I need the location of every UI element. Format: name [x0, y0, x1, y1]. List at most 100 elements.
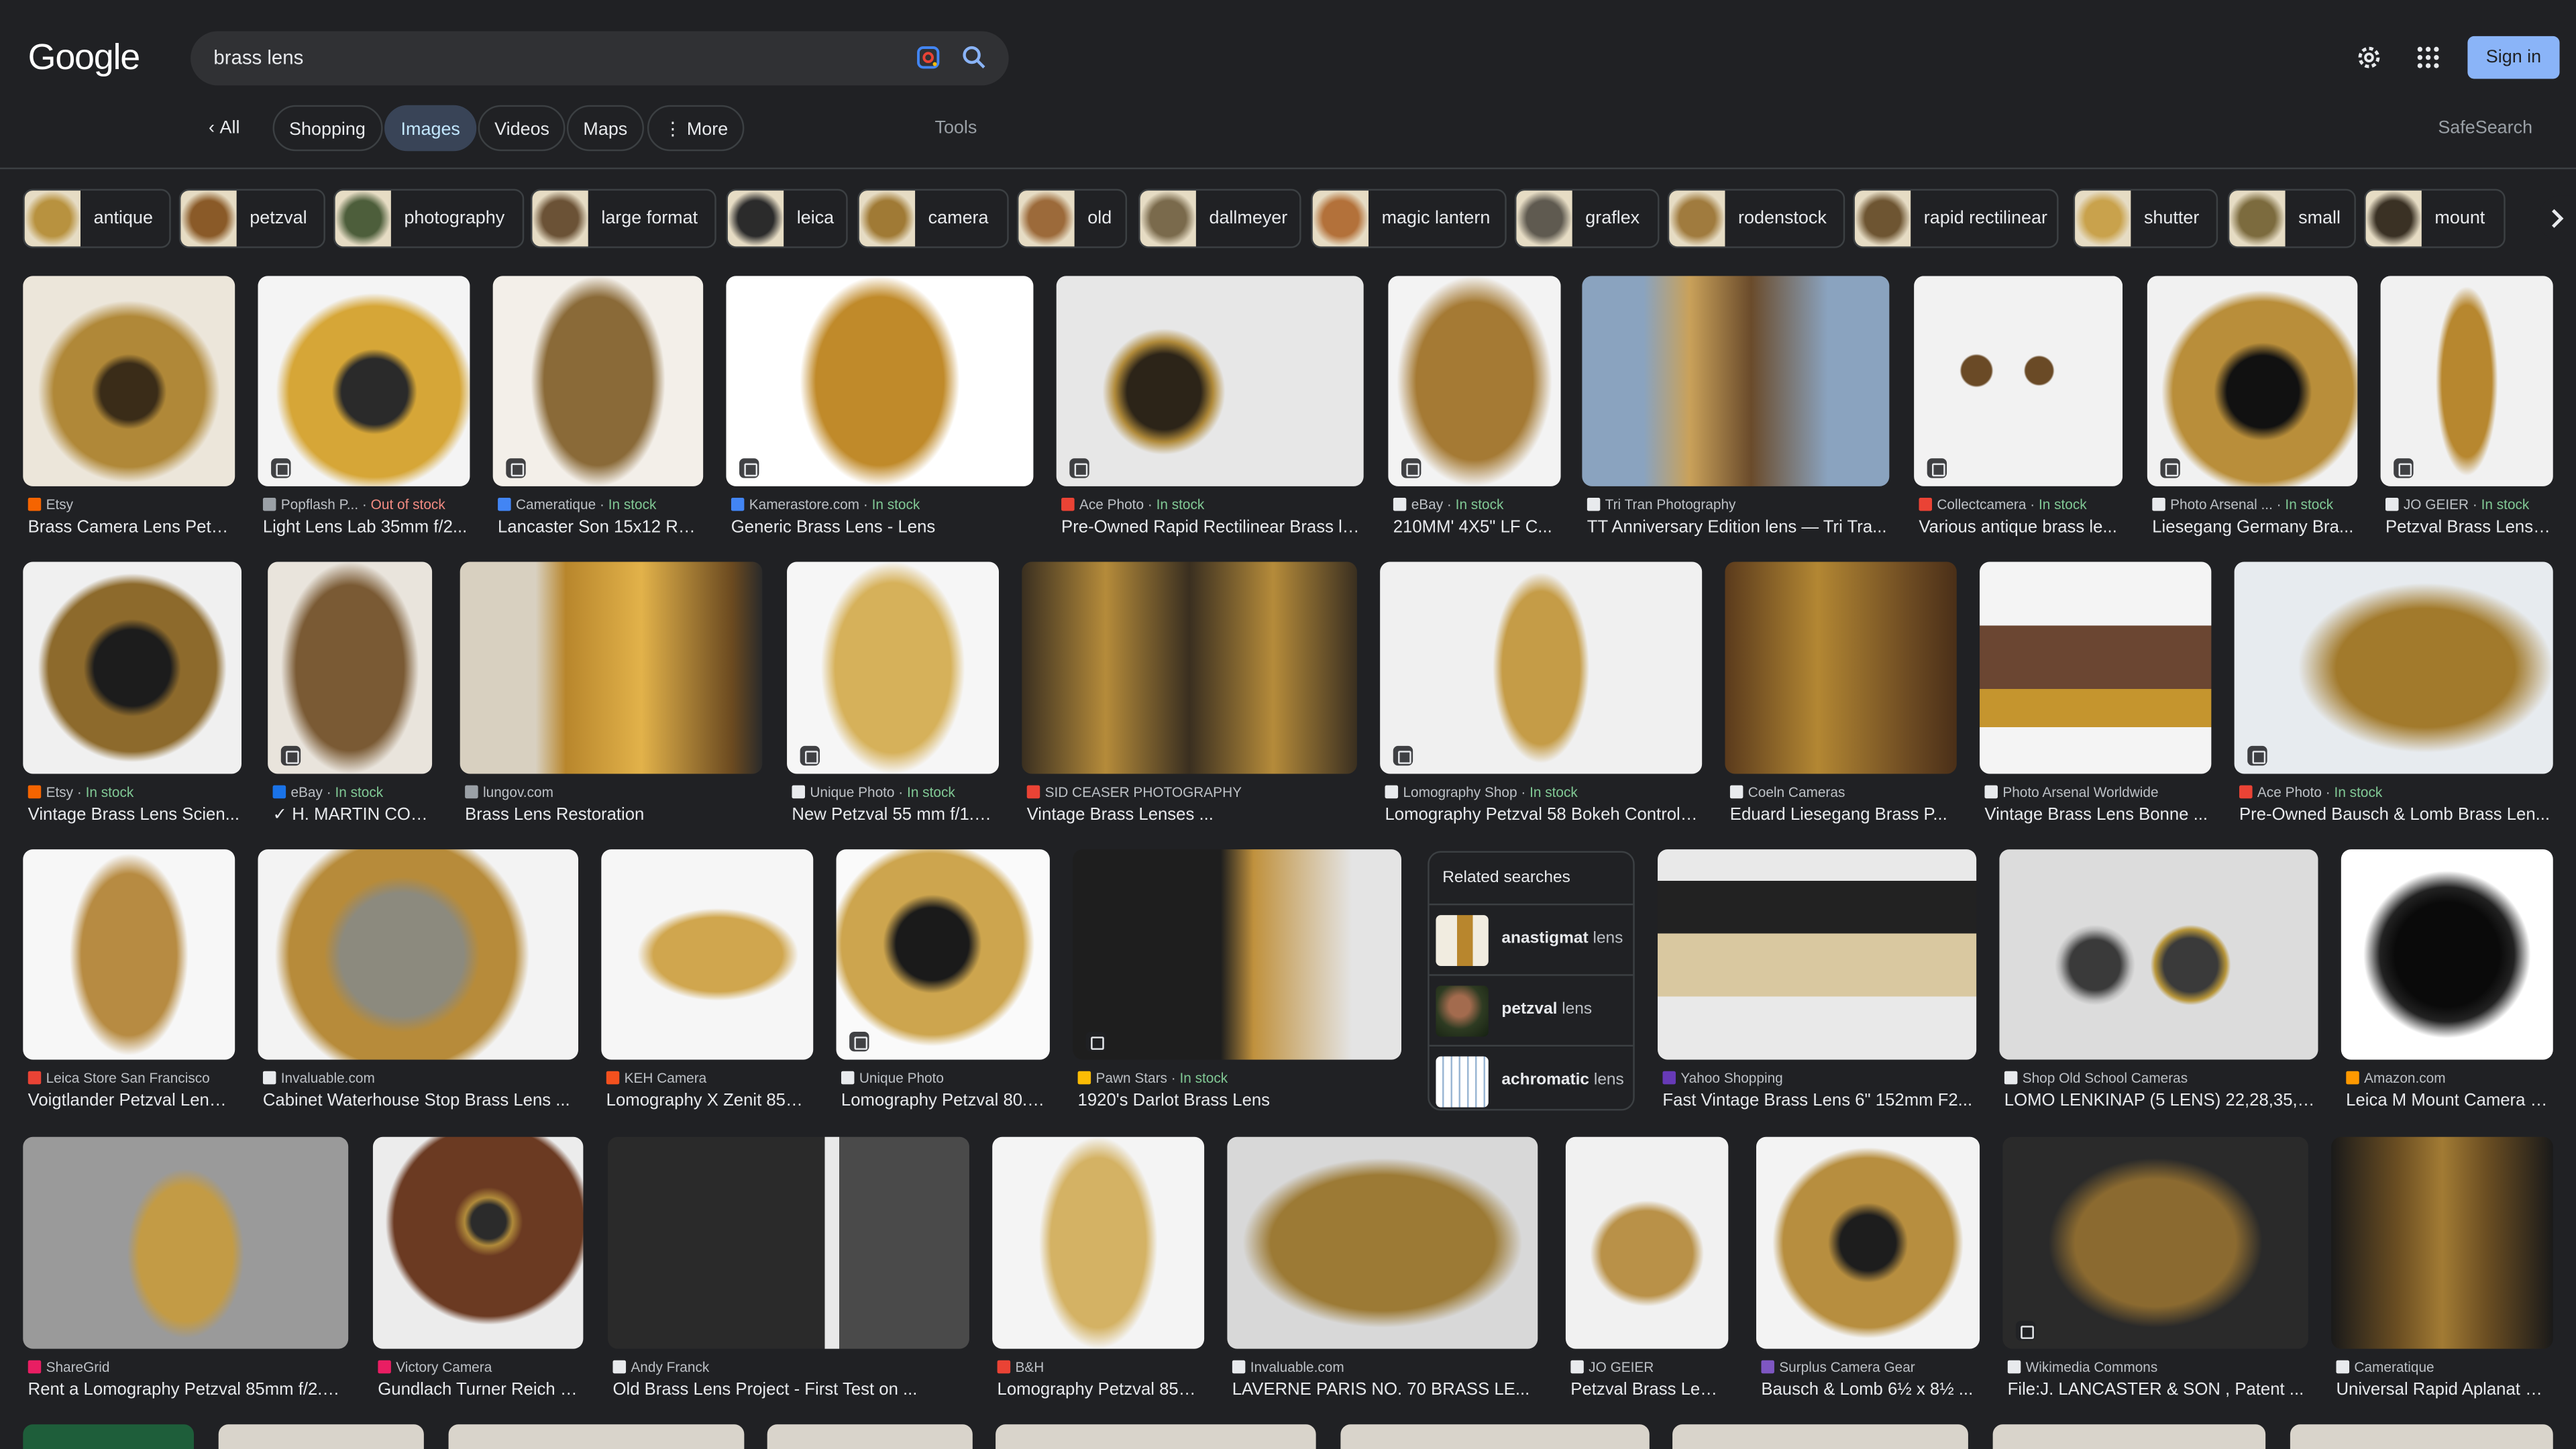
image-result[interactable]: Collectcamera · In stock Various antique … — [1914, 276, 2123, 542]
result-title[interactable]: 1920's Darlot Brass Lens — [1078, 1091, 1400, 1110]
result-thumbnail[interactable] — [1565, 1136, 1729, 1349]
image-result[interactable]: Photo Arsenal Worldwide Vintage Brass Len… — [1980, 561, 2212, 830]
gear-icon[interactable] — [2354, 43, 2383, 72]
chip-antique[interactable]: antique — [23, 189, 171, 248]
result-thumbnail[interactable] — [1914, 276, 2123, 486]
result-thumbnail[interactable] — [23, 1136, 349, 1349]
image-result[interactable]: eBay · In stock 210MM' 4X5" LF C... — [1388, 276, 1561, 542]
result-source[interactable]: Ace Photo · In stock — [2239, 784, 2551, 800]
result-thumbnail[interactable] — [608, 1136, 969, 1349]
image-result[interactable]: Coeln Cameras Eduard Liesegang Brass P... — [1725, 561, 1957, 830]
result-title[interactable]: Voigtlander Petzval Lens ... — [28, 1091, 233, 1110]
result-source[interactable]: eBay · In stock — [1393, 496, 1559, 513]
result-title[interactable]: Brass Camera Lens Petz... — [28, 517, 233, 537]
result-source[interactable]: Andy Franck — [612, 1358, 967, 1375]
image-result[interactable]: lungov.com Brass Lens Restoration — [460, 561, 763, 830]
result-thumbnail[interactable] — [258, 849, 579, 1060]
tools-button[interactable]: Tools — [934, 105, 977, 152]
image-result[interactable]: SID CEASER PHOTOGRAPHY Vintage Brass Lens… — [1022, 561, 1357, 830]
image-result[interactable]: Photo Arsenal ... · In stock Liesegang Ge… — [2147, 276, 2358, 542]
result-source[interactable]: JO GEIER — [1570, 1358, 1727, 1375]
image-result[interactable]: Unique Photo · In stock New Petzval 55 mm… — [787, 561, 999, 830]
image-result[interactable]: Cameratique · In stock Lancaster Son 15x1… — [492, 276, 704, 542]
result-title[interactable]: Lomography X Zenit 85m... — [606, 1091, 812, 1110]
image-result[interactable]: ShareGrid Rent a Lomography Petzval 85mm … — [23, 1136, 349, 1405]
search-input[interactable]: brass lens — [213, 46, 303, 69]
result-source[interactable]: Pawn Stars · In stock — [1077, 1069, 1400, 1086]
result-source[interactable]: Collectcamera · In stock — [1919, 496, 2121, 513]
result-title[interactable]: Gundlach Turner Reich 1... — [378, 1380, 582, 1399]
result-title[interactable]: Fast Vintage Brass Lens 6" 152mm F2... — [1662, 1091, 1974, 1110]
result-thumbnail[interactable] — [1980, 561, 2212, 774]
result-source[interactable]: Coeln Cameras — [1729, 784, 1955, 800]
result-source[interactable]: Unique Photo · In stock — [792, 784, 997, 800]
result-thumbnail[interactable] — [836, 849, 1050, 1060]
tab-shopping[interactable]: Shopping — [272, 105, 382, 152]
result-thumbnail[interactable] — [23, 561, 242, 774]
result-source[interactable]: Cameratique — [2336, 1358, 2551, 1375]
result-title[interactable]: Petzval Brass Lens ... — [2385, 517, 2551, 537]
result-source[interactable]: Cameratique · In stock — [498, 496, 702, 513]
result-source[interactable]: Invaluable.com — [1232, 1358, 1536, 1375]
result-title[interactable]: Lomography Petzval 80.5... — [841, 1091, 1049, 1110]
chip-large-format[interactable]: large format — [531, 189, 716, 248]
image-result[interactable]: Etsy Brass Camera Lens Petz... — [23, 276, 235, 542]
result-source[interactable]: Lomography Shop · In stock — [1385, 784, 1701, 800]
result-thumbnail[interactable] — [23, 276, 235, 486]
result-thumbnail[interactable] — [601, 849, 814, 1060]
image-result[interactable]: Surplus Camera Gear Bausch & Lomb 6½ x 8½… — [1756, 1136, 1980, 1405]
result-thumbnail[interactable] — [492, 276, 704, 486]
result-thumbnail[interactable] — [1380, 561, 1703, 774]
result-thumbnail[interactable] — [787, 561, 999, 774]
result-thumbnail[interactable] — [2234, 561, 2553, 774]
chip-mount[interactable]: mount — [2364, 189, 2506, 248]
result-thumbnail[interactable] — [23, 849, 235, 1060]
related-search-item[interactable]: achromatic lens — [1429, 1044, 1633, 1116]
result-source[interactable]: Unique Photo — [841, 1069, 1049, 1086]
safesearch-button[interactable]: SafeSearch — [2438, 105, 2532, 152]
tab-maps[interactable]: Maps — [566, 105, 644, 152]
result-source[interactable]: Popflash P... · Out of stock — [262, 496, 468, 513]
tab-more[interactable]: ⋮ More — [647, 105, 745, 152]
result-thumbnail[interactable] — [1582, 276, 1890, 486]
result-thumbnail[interactable] — [1022, 561, 1357, 774]
apps-grid-icon[interactable] — [2415, 44, 2441, 70]
image-result[interactable]: Pawn Stars · In stock 1920's Darlot Brass… — [1073, 849, 1401, 1116]
result-thumbnail[interactable] — [726, 276, 1034, 486]
image-result[interactable]: Tri Tran Photography TT Anniversary Editi… — [1582, 276, 1890, 542]
tab-images[interactable]: Images — [384, 105, 477, 152]
chip-rodenstock[interactable]: rodenstock — [1667, 189, 1845, 248]
result-thumbnail[interactable] — [1227, 1136, 1538, 1349]
result-title[interactable]: Various antique brass le... — [1919, 517, 2121, 537]
result-thumbnail-partial[interactable] — [996, 1424, 1316, 1449]
result-thumbnail[interactable] — [1999, 849, 2318, 1060]
image-result[interactable]: Kamerastore.com · In stock Generic Brass … — [726, 276, 1034, 542]
result-source[interactable]: eBay · In stock — [272, 784, 431, 800]
result-title[interactable]: Brass Lens Restoration — [465, 805, 761, 824]
result-title[interactable]: Cabinet Waterhouse Stop Brass Lens ... — [263, 1091, 577, 1110]
result-title[interactable]: Lomography Petzval 85m... — [998, 1380, 1203, 1399]
image-result[interactable]: Lomography Shop · In stock Lomography Pet… — [1380, 561, 1703, 830]
image-result[interactable]: Ace Photo · In stock Pre-Owned Rapid Rect… — [1056, 276, 1364, 542]
result-source[interactable]: Wikimedia Commons — [2007, 1358, 2307, 1375]
result-thumbnail[interactable] — [992, 1136, 1205, 1349]
image-result[interactable]: Victory Camera Gundlach Turner Reich 1... — [372, 1136, 584, 1405]
result-source[interactable]: Photo Arsenal ... · In stock — [2152, 496, 2356, 513]
result-title[interactable]: LAVERNE PARIS NO. 70 BRASS LE... — [1232, 1380, 1536, 1399]
chip-photography[interactable]: photography — [333, 189, 525, 248]
chip-small[interactable]: small — [2227, 189, 2356, 248]
result-source[interactable]: Victory Camera — [378, 1358, 582, 1375]
result-source[interactable]: SID CEASER PHOTOGRAPHY — [1026, 784, 1356, 800]
result-thumbnail[interactable] — [2380, 276, 2553, 486]
result-title[interactable]: Vintage Brass Lens Bonne ... — [1984, 805, 2210, 824]
result-title[interactable]: Bausch & Lomb 6½ x 8½ ... — [1761, 1380, 1978, 1399]
result-title[interactable]: Universal Rapid Aplanat C... — [2336, 1380, 2551, 1399]
result-thumbnail[interactable] — [1056, 276, 1364, 486]
google-lens-icon[interactable] — [915, 44, 941, 70]
result-thumbnail-partial[interactable] — [2290, 1424, 2553, 1449]
result-thumbnail[interactable] — [2341, 849, 2553, 1060]
result-thumbnail[interactable] — [2002, 1136, 2308, 1349]
result-thumbnail[interactable] — [268, 561, 433, 774]
result-title[interactable]: Eduard Liesegang Brass P... — [1730, 805, 1955, 824]
image-result[interactable]: Cameratique Universal Rapid Aplanat C... — [2331, 1136, 2553, 1405]
